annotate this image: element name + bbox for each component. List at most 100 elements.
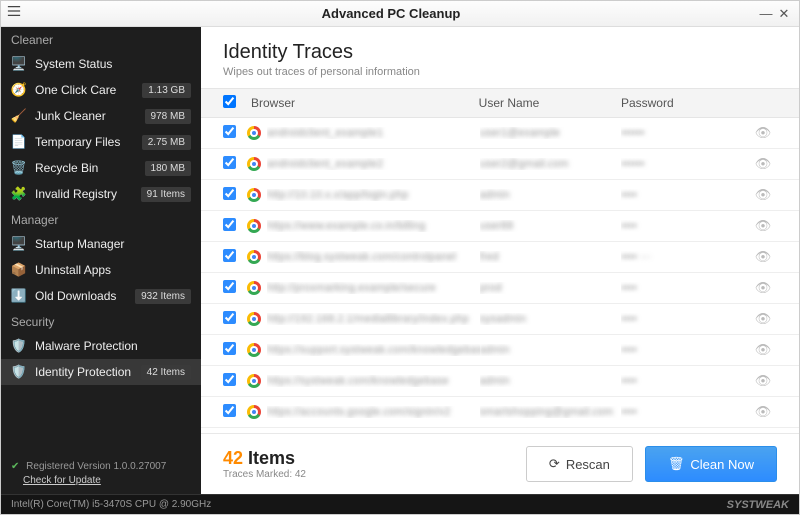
reveal-password-icon[interactable]: 👁 bbox=[749, 373, 777, 389]
sidebar-item-icon: 🛡️ bbox=[11, 364, 27, 380]
sidebar-item-icon: 📄 bbox=[11, 134, 27, 150]
chrome-icon bbox=[247, 126, 267, 140]
reveal-password-icon[interactable]: 👁 bbox=[749, 187, 777, 203]
reveal-password-icon[interactable]: 👁 bbox=[749, 218, 777, 234]
sidebar-item-icon: 🛡️ bbox=[11, 338, 27, 354]
sidebar-item-old-downloads[interactable]: ⬇️Old Downloads932 Items bbox=[1, 283, 201, 309]
row-checkbox[interactable] bbox=[223, 342, 236, 355]
sidebar-item-label: System Status bbox=[35, 57, 191, 71]
sidebar-item-label: Malware Protection bbox=[35, 339, 191, 353]
chrome-icon bbox=[247, 343, 267, 357]
sidebar-item-icon: 📦 bbox=[11, 262, 27, 278]
row-username: user2@gmail.com bbox=[480, 158, 622, 170]
reveal-password-icon[interactable]: 👁 bbox=[749, 280, 777, 296]
sidebar-item-label: Recycle Bin bbox=[35, 161, 137, 175]
sidebar-item-icon: 🖥️ bbox=[11, 236, 27, 252]
row-url: https://www.example.co.in/billing bbox=[267, 220, 480, 232]
sidebar-item-malware-protection[interactable]: 🛡️ Malware Protection bbox=[1, 333, 201, 359]
select-all-checkbox[interactable] bbox=[223, 95, 236, 108]
sidebar-item-startup-manager[interactable]: 🖥️ Startup Manager bbox=[1, 231, 201, 257]
brand-logo: SYSTWEAK bbox=[727, 499, 789, 511]
sidebar-item-temporary-files[interactable]: 📄Temporary Files2.75 MB bbox=[1, 129, 201, 155]
sidebar-group-label: Cleaner bbox=[1, 27, 201, 51]
row-checkbox[interactable] bbox=[223, 280, 236, 293]
rescan-button[interactable]: ⟳ Rescan bbox=[526, 446, 633, 482]
reveal-password-icon[interactable]: 👁 bbox=[749, 342, 777, 358]
row-url: https://support.systweak.com/knowledgeba… bbox=[267, 344, 480, 356]
close-button[interactable]: ✕ bbox=[775, 6, 793, 22]
menu-icon[interactable] bbox=[7, 4, 25, 23]
row-checkbox[interactable] bbox=[223, 311, 236, 324]
table-header: Browser User Name Password bbox=[201, 88, 799, 118]
page-subtitle: Wipes out traces of personal information bbox=[223, 66, 777, 78]
table-row: https://accounts.google.com/signin/v2sma… bbox=[201, 397, 799, 428]
table-body: androidclient_example1user1@example•••••… bbox=[201, 118, 799, 433]
col-browser: Browser bbox=[247, 96, 479, 110]
table-row: http://192.168.2.1/mediallibrary/index.p… bbox=[201, 304, 799, 335]
minimize-button[interactable]: ― bbox=[757, 6, 775, 21]
row-url: https://systweak.com/knowledgebase bbox=[267, 375, 480, 387]
sidebar: Cleaner🖥️System Status🧭One Click Care1.1… bbox=[1, 27, 201, 494]
row-checkbox[interactable] bbox=[223, 187, 236, 200]
row-username: fred bbox=[480, 251, 622, 263]
reveal-password-icon[interactable]: 👁 bbox=[749, 404, 777, 420]
row-password: •••••• bbox=[621, 127, 749, 139]
sidebar-item-invalid-registry[interactable]: 🧩 Invalid Registry 91 Items bbox=[1, 181, 201, 207]
sidebar-item-label: Junk Cleaner bbox=[35, 109, 137, 123]
sidebar-item-junk-cleaner[interactable]: 🧹Junk Cleaner978 MB bbox=[1, 103, 201, 129]
sidebar-item-badge: 180 MB bbox=[145, 161, 191, 176]
sidebar-item-identity-protection[interactable]: 🛡️Identity Protection42 Items bbox=[1, 359, 201, 385]
sidebar-item-label: Startup Manager bbox=[35, 237, 191, 251]
sidebar-item-badge: 978 MB bbox=[145, 109, 191, 124]
row-username: sysadmin bbox=[480, 313, 622, 325]
row-username: prod bbox=[480, 282, 622, 294]
sidebar-item-icon: 🧩 bbox=[11, 186, 27, 202]
chrome-icon bbox=[247, 250, 267, 264]
row-password: •••• ··· bbox=[621, 251, 749, 263]
row-username: admin bbox=[480, 375, 622, 387]
sidebar-item-badge: 91 Items bbox=[141, 187, 191, 202]
reveal-password-icon[interactable]: 👁 bbox=[749, 156, 777, 172]
sidebar-item-one-click-care[interactable]: 🧭One Click Care1.13 GB bbox=[1, 77, 201, 103]
row-checkbox[interactable] bbox=[223, 125, 236, 138]
chrome-icon bbox=[247, 219, 267, 233]
row-password: •••• bbox=[621, 375, 749, 387]
cpu-info: Intel(R) Core(TM) i5-3470S CPU @ 2.90GHz bbox=[11, 499, 211, 510]
chrome-icon bbox=[247, 312, 267, 326]
reveal-password-icon[interactable]: 👁 bbox=[749, 125, 777, 141]
row-checkbox[interactable] bbox=[223, 218, 236, 231]
row-url: androidclient_example1 bbox=[267, 127, 480, 139]
sidebar-item-badge: 932 Items bbox=[135, 289, 191, 304]
row-checkbox[interactable] bbox=[223, 156, 236, 169]
reveal-password-icon[interactable]: 👁 bbox=[749, 249, 777, 265]
row-url: http://10.10.x.x/app/login.php bbox=[267, 189, 480, 201]
sidebar-item-recycle-bin[interactable]: 🗑️ Recycle Bin 180 MB bbox=[1, 155, 201, 181]
row-checkbox[interactable] bbox=[223, 249, 236, 262]
clean-now-button[interactable]: 🗑 Clean Now bbox=[645, 446, 777, 482]
row-checkbox[interactable] bbox=[223, 373, 236, 386]
col-user: User Name bbox=[479, 96, 621, 110]
row-url: http://192.168.2.1/mediallibrary/index.p… bbox=[267, 313, 480, 325]
sidebar-item-label: Invalid Registry bbox=[35, 187, 133, 201]
col-password: Password bbox=[621, 96, 749, 110]
sidebar-item-uninstall-apps[interactable]: 📦Uninstall Apps bbox=[1, 257, 201, 283]
row-password: •••• bbox=[621, 189, 749, 201]
sidebar-item-icon: 🗑️ bbox=[11, 160, 27, 176]
row-password: •••• bbox=[621, 282, 749, 294]
trash-icon: 🗑 bbox=[668, 456, 685, 472]
row-password: •••••• bbox=[621, 158, 749, 170]
items-count: 42 Items bbox=[223, 448, 306, 469]
sidebar-item-system-status[interactable]: 🖥️System Status bbox=[1, 51, 201, 77]
window-title: Advanced PC Cleanup bbox=[25, 6, 757, 21]
row-checkbox[interactable] bbox=[223, 404, 236, 417]
sidebar-item-label: Old Downloads bbox=[35, 289, 127, 303]
row-username: admin bbox=[480, 344, 622, 356]
check-update-link[interactable]: Check for Update bbox=[23, 475, 191, 486]
chrome-icon bbox=[247, 157, 267, 171]
refresh-icon: ⟳ bbox=[549, 456, 560, 472]
page-title: Identity Traces bbox=[223, 41, 777, 64]
row-password: •••• bbox=[621, 344, 749, 356]
row-url: https://accounts.google.com/signin/v2 bbox=[267, 406, 480, 418]
reveal-password-icon[interactable]: 👁 bbox=[749, 311, 777, 327]
table-row: http://proxmarking.example/secureprod•••… bbox=[201, 273, 799, 304]
